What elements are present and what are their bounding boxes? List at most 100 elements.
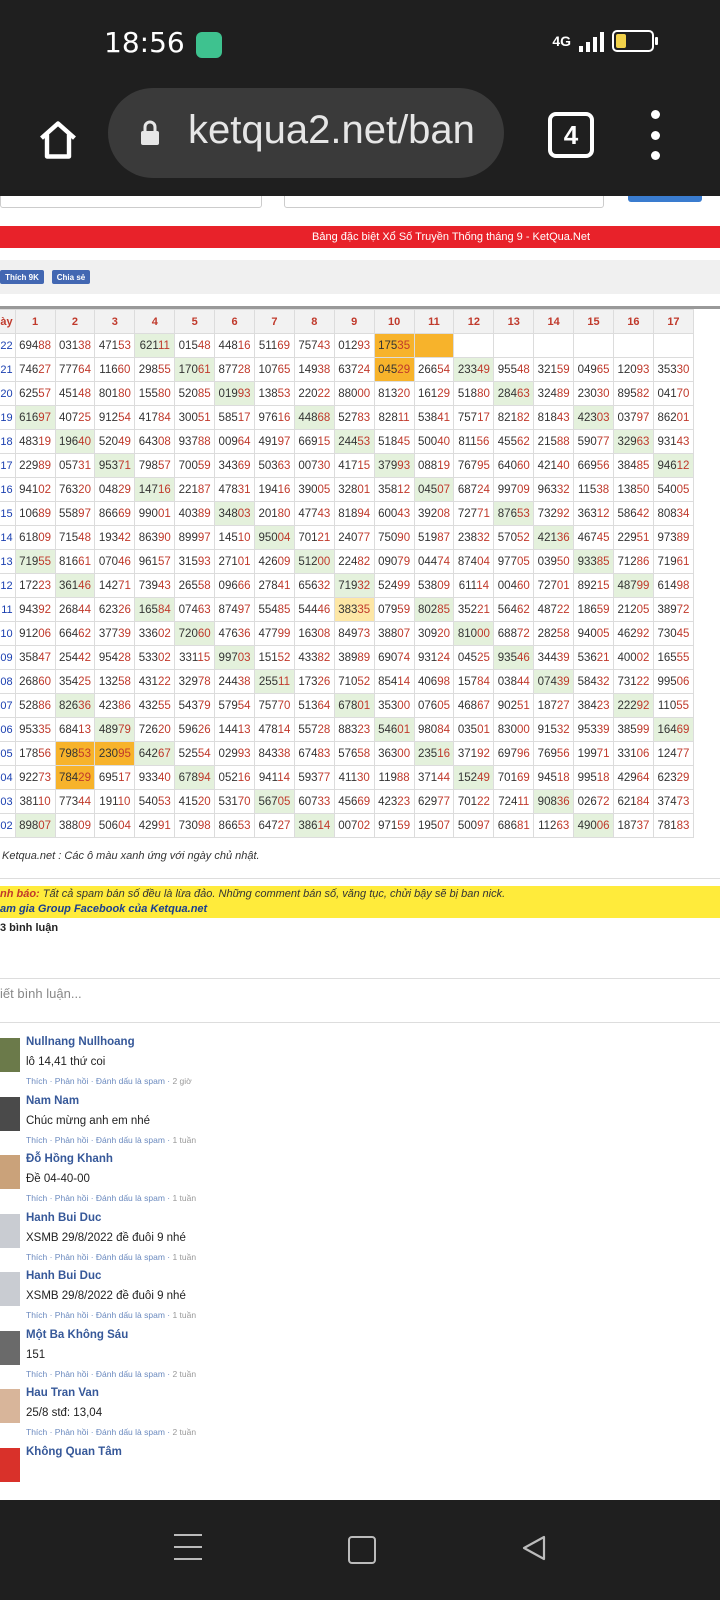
column-header: 13 (493, 309, 535, 334)
column-header: 7 (253, 309, 295, 334)
result-cell: 50363 (253, 453, 295, 478)
result-cell: 86390 (134, 525, 176, 550)
result-cell: 58642 (613, 501, 654, 526)
result-cell (652, 333, 695, 358)
result-cell: 95548 (493, 357, 535, 382)
table-row: 02 89807 38809 50604 42991 73098 86653 64727 386… (0, 813, 695, 838)
more-menu-button[interactable] (640, 110, 670, 160)
comment-author[interactable]: Nullnang Nullhoang (26, 1036, 135, 1048)
comment-author[interactable]: Hau Tran Van (26, 1387, 99, 1399)
result-cell: 23832 (453, 525, 495, 550)
result-cell: 33115 (174, 645, 216, 670)
back-button[interactable] (520, 1534, 548, 1562)
result-cell: 42609 (253, 549, 295, 574)
view-button[interactable] (628, 196, 702, 202)
day-label: 18 (0, 429, 16, 454)
comment-actions[interactable]: Thích · Phản hồi · Đánh dấu là spam · 1 … (26, 1135, 196, 1145)
result-cell: 03844 (493, 669, 535, 694)
comment-actions[interactable]: Thích · Phản hồi · Đánh dấu là spam · 2 … (26, 1076, 192, 1086)
avatar[interactable] (0, 1272, 20, 1306)
result-cell: 99518 (573, 765, 614, 790)
table-row: 20 62557 45148 80180 15580 52085 01993 13853 220… (0, 381, 695, 406)
comment-actions[interactable]: Thích · Phản hồi · Đánh dấu là spam · 1 … (26, 1310, 196, 1320)
result-cell: 65632 (293, 573, 335, 598)
result-cell: 95335 (14, 717, 56, 742)
date-from-input[interactable] (0, 196, 262, 208)
home-button[interactable] (28, 110, 88, 170)
result-cell: 14938 (293, 357, 335, 382)
comment-action-links[interactable]: Thích · Phản hồi · Đánh dấu là spam · (26, 1369, 172, 1379)
result-cell: 23349 (453, 357, 495, 382)
result-cell: 47153 (94, 333, 136, 358)
result-cell: 95371 (94, 453, 136, 478)
comment-input[interactable]: iết bình luận... (0, 986, 82, 1001)
tab-switcher-button[interactable]: 4 (548, 112, 594, 158)
comment-author[interactable]: Đỗ Hồng Khanh (26, 1153, 113, 1165)
comment-action-links[interactable]: Thích · Phản hồi · Đánh dấu là spam · (26, 1076, 172, 1086)
result-cell: 07463 (174, 597, 216, 622)
result-cell: 84338 (253, 741, 295, 766)
result-cell: 50097 (453, 813, 495, 838)
result-cell: 62557 (14, 381, 56, 406)
facebook-like-button[interactable]: Thích 9K (0, 270, 44, 284)
avatar[interactable] (0, 1330, 20, 1365)
result-cell: 38335 (333, 597, 375, 622)
result-cell: 98084 (413, 717, 455, 742)
recent-apps-button[interactable] (174, 1534, 202, 1560)
comment-actions[interactable]: Thích · Phản hồi · Đánh dấu là spam · 2 … (26, 1427, 196, 1437)
date-to-input[interactable] (284, 196, 604, 208)
avatar[interactable] (0, 1447, 20, 1482)
result-cell: 62111 (134, 333, 176, 358)
result-cell: 46292 (613, 621, 654, 646)
home-nav-button[interactable] (348, 1536, 376, 1564)
comment-action-links[interactable]: Thích · Phản hồi · Đánh dấu là spam · (26, 1310, 172, 1320)
table-row: 22 69488 03138 47153 62111 01548 44816 51169 757… (0, 333, 695, 358)
result-cell: 66915 (293, 429, 335, 454)
result-cell: 64308 (134, 429, 176, 454)
result-cell: 61114 (453, 573, 495, 598)
result-cell: 91532 (533, 717, 575, 742)
result-cell: 11538 (573, 477, 614, 502)
result-cell: 34439 (533, 645, 575, 670)
comment-author[interactable]: Một Ba Không Sáu (26, 1329, 128, 1341)
comment-actions[interactable]: Thích · Phản hồi · Đánh dấu là spam · 2 … (26, 1369, 196, 1379)
result-cell: 42323 (373, 789, 415, 814)
url-text[interactable]: ketqua2.net/ban (188, 108, 488, 153)
result-cell: 57954 (214, 693, 255, 718)
result-cell: 16584 (134, 597, 176, 622)
result-cell: 48979 (94, 717, 136, 742)
avatar[interactable] (0, 1213, 20, 1248)
result-cell: 93546 (493, 645, 535, 670)
comment-author[interactable]: Nam Nam (26, 1095, 79, 1107)
comment-action-links[interactable]: Thích · Phản hồi · Đánh dấu là spam · (26, 1193, 172, 1203)
facebook-share-button[interactable]: Chia sẻ (52, 270, 90, 284)
avatar[interactable] (0, 1038, 20, 1072)
result-cell: 52049 (94, 429, 136, 454)
result-cell: 52783 (333, 405, 375, 430)
result-cell: 87728 (214, 357, 255, 382)
comment-action-links[interactable]: Thích · Phản hồi · Đánh dấu là spam · (26, 1427, 172, 1437)
result-cell: 28463 (493, 381, 535, 406)
table-row: 12 17223 36146 14271 73943 26558 09666 27841 656… (0, 573, 695, 598)
result-cell: 47831 (214, 477, 255, 502)
result-cell: 97616 (253, 405, 295, 430)
table-row: 19 61697 40725 91254 41784 30051 58517 97616 448… (0, 405, 695, 430)
result-cell: 76956 (533, 741, 575, 766)
comment-action-links[interactable]: Thích · Phản hồi · Đánh dấu là spam · (26, 1135, 172, 1145)
comment-author[interactable]: Hanh Bui Duc (26, 1212, 101, 1224)
result-cell: 64267 (134, 741, 176, 766)
day-label: 17 (0, 453, 16, 478)
comment-author[interactable]: Không Quan Tâm (26, 1446, 122, 1458)
avatar[interactable] (0, 1155, 20, 1189)
comment-actions[interactable]: Thích · Phản hồi · Đánh dấu là spam · 1 … (26, 1193, 196, 1203)
comment-item: Không Quan Tâm (0, 1446, 720, 1501)
result-cell: 96332 (533, 477, 575, 502)
avatar[interactable] (0, 1096, 20, 1131)
comment-author[interactable]: Hanh Bui Duc (26, 1270, 101, 1282)
avatar[interactable] (0, 1389, 20, 1423)
facebook-group-link[interactable]: am gia Group Facebook của Ketqua.net (0, 903, 207, 915)
result-cell: 51200 (293, 549, 335, 574)
address-bar[interactable]: ketqua2.net/ban (108, 88, 504, 178)
comment-action-links[interactable]: Thích · Phản hồi · Đánh dấu là spam · (26, 1252, 172, 1262)
comment-actions[interactable]: Thích · Phản hồi · Đánh dấu là spam · 1 … (26, 1252, 196, 1262)
